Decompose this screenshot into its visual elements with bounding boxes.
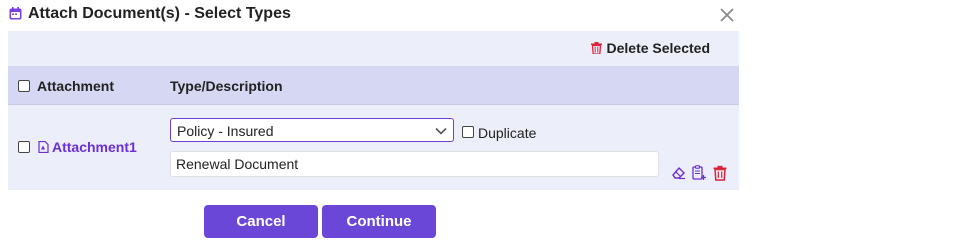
duplicate-checkbox[interactable] bbox=[462, 126, 474, 138]
calendar-icon bbox=[9, 7, 22, 20]
cancel-button[interactable]: Cancel bbox=[204, 205, 318, 238]
delete-selected-button[interactable]: Delete Selected bbox=[590, 40, 711, 56]
chevron-down-icon bbox=[435, 127, 447, 135]
eraser-icon[interactable] bbox=[671, 165, 687, 181]
continue-label: Continue bbox=[346, 213, 412, 230]
table-header bbox=[8, 66, 739, 105]
cancel-label: Cancel bbox=[236, 213, 286, 230]
pdf-file-icon bbox=[38, 141, 49, 153]
column-header-type-description: Type/Description bbox=[170, 78, 283, 94]
row-checkbox[interactable] bbox=[18, 141, 30, 153]
duplicate-label: Duplicate bbox=[478, 125, 537, 141]
dialog-titlebar: Attach Document(s) - Select Types bbox=[0, 0, 745, 30]
column-header-attachment: Attachment bbox=[37, 78, 115, 94]
delete-selected-label: Delete Selected bbox=[606, 40, 711, 56]
trash-icon[interactable] bbox=[712, 165, 728, 181]
select-all-checkbox[interactable] bbox=[18, 80, 30, 92]
description-input[interactable] bbox=[170, 151, 659, 177]
attach-documents-dialog: Attach Document(s) - Select Types Delete… bbox=[0, 0, 745, 247]
dialog-title: Attach Document(s) - Select Types bbox=[28, 5, 291, 22]
document-type-select[interactable]: Policy - Insured bbox=[170, 118, 454, 142]
clipboard-add-icon[interactable] bbox=[691, 165, 707, 181]
continue-button[interactable]: Continue bbox=[322, 205, 436, 238]
trash-icon bbox=[590, 42, 602, 54]
attachment-link[interactable]: Attachment1 bbox=[38, 139, 137, 155]
close-icon[interactable] bbox=[716, 4, 738, 26]
document-type-value: Policy - Insured bbox=[177, 123, 274, 139]
attachment-name: Attachment1 bbox=[52, 139, 137, 155]
